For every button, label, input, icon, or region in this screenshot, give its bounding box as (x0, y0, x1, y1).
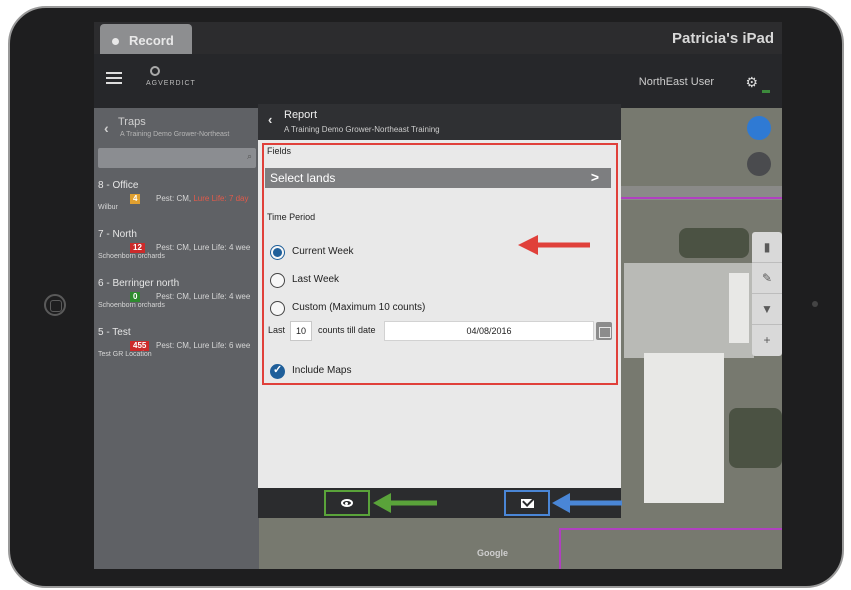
home-button[interactable] (44, 294, 66, 316)
blue-arrow-icon (552, 493, 622, 513)
screen: Record Patricia's iPad AGVERDICT NorthEa… (94, 22, 782, 569)
annotation-arrows (373, 235, 622, 513)
green-arrow-icon (373, 493, 437, 513)
ipad-frame: Record Patricia's iPad AGVERDICT NorthEa… (8, 6, 844, 588)
camera (812, 301, 818, 307)
red-arrow-icon (518, 235, 590, 255)
